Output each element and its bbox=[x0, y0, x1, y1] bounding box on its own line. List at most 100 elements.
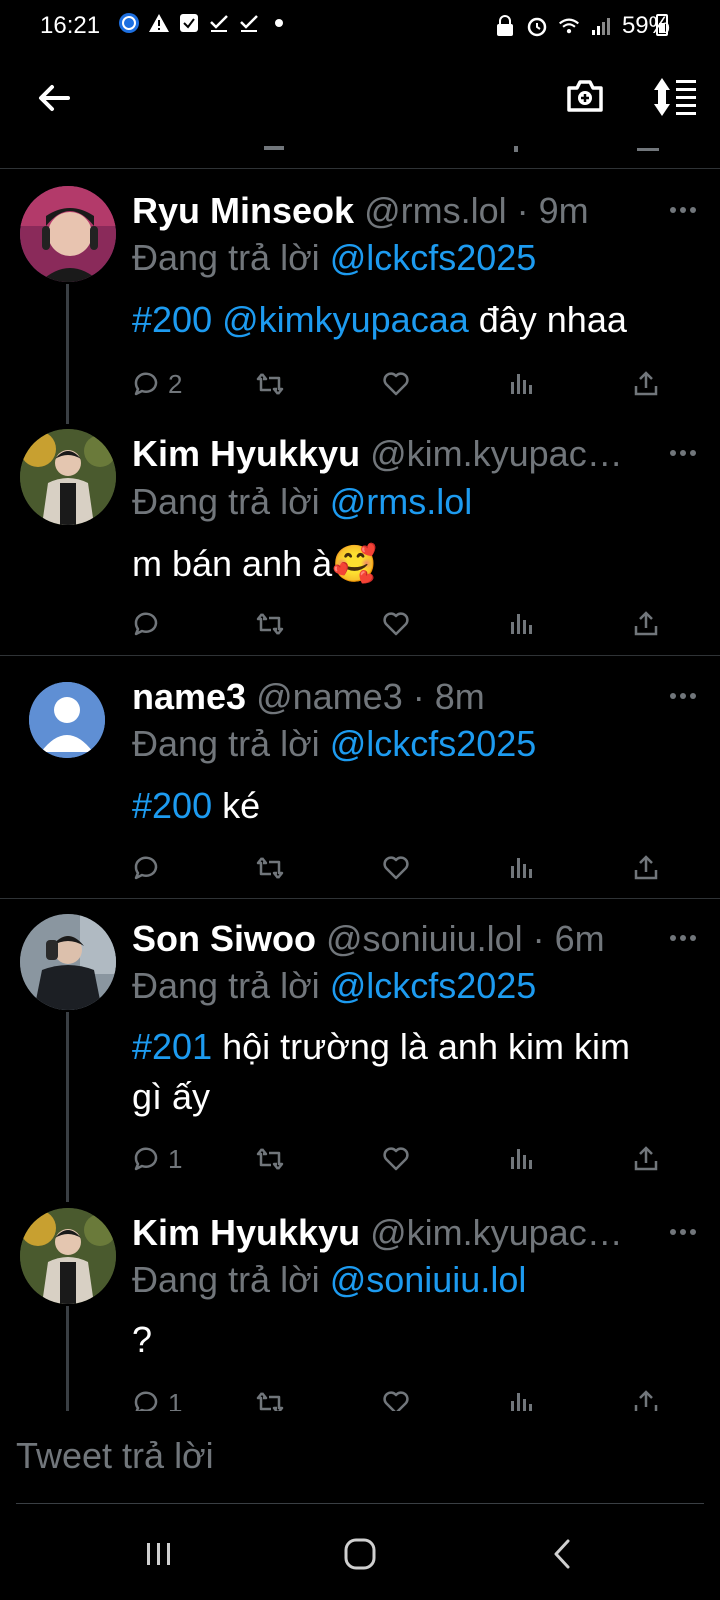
avatar[interactable] bbox=[29, 682, 105, 758]
reply-icon bbox=[134, 856, 158, 880]
views-button[interactable] bbox=[508, 607, 536, 641]
warning-icon bbox=[148, 12, 170, 34]
status-time: 16:21 bbox=[40, 12, 101, 39]
mention-link[interactable]: @kimkyupacaa bbox=[212, 299, 469, 340]
share-button[interactable] bbox=[632, 367, 660, 401]
share-icon bbox=[634, 855, 658, 880]
home-icon[interactable] bbox=[343, 1537, 377, 1571]
replying-to: Đang trả lời @lckcfs2025 bbox=[132, 964, 536, 1008]
reply-button[interactable] bbox=[132, 851, 168, 885]
tweet-header: Ryu Minseok @rms.lol · 9m bbox=[132, 189, 652, 233]
tweet-header: Son Siwoo @soniuiu.lol · 6m bbox=[132, 917, 652, 961]
like-button[interactable] bbox=[382, 1386, 410, 1411]
share-button[interactable] bbox=[632, 607, 660, 641]
replying-to: Đang trả lời @lckcfs2025 bbox=[132, 236, 536, 280]
retweet-icon bbox=[256, 857, 284, 879]
author-name[interactable]: Kim Hyukkyu bbox=[132, 1212, 360, 1253]
reply-mention-link[interactable]: @rms.lol bbox=[330, 481, 473, 522]
status-bar: 16:21 59% bbox=[0, 0, 720, 52]
avatar[interactable] bbox=[20, 1208, 116, 1304]
author-name[interactable]: Son Siwoo bbox=[132, 918, 316, 959]
like-button[interactable] bbox=[382, 607, 410, 641]
avatar[interactable] bbox=[20, 914, 116, 1010]
share-button[interactable] bbox=[632, 1142, 660, 1176]
views-button[interactable] bbox=[508, 851, 536, 885]
hashtag-link[interactable]: #200 bbox=[132, 785, 212, 826]
reply-button[interactable]: 2 bbox=[132, 367, 182, 401]
share-button[interactable] bbox=[632, 1386, 660, 1411]
more-options-icon[interactable] bbox=[668, 200, 698, 220]
views-button[interactable] bbox=[508, 367, 536, 401]
replying-to-label: Đang trả lời bbox=[132, 1259, 330, 1300]
avatar[interactable] bbox=[20, 186, 116, 282]
views-button[interactable] bbox=[508, 1142, 536, 1176]
heart-icon bbox=[383, 1147, 409, 1171]
battery-icon bbox=[656, 14, 668, 36]
replying-to: Đang trả lời @rms.lol bbox=[132, 480, 472, 524]
retweet-button[interactable] bbox=[256, 1142, 284, 1176]
thread-line bbox=[66, 284, 69, 424]
recent-apps-icon[interactable] bbox=[144, 1539, 174, 1569]
views-icon bbox=[511, 858, 532, 878]
author-name[interactable]: Ryu Minseok bbox=[132, 190, 354, 231]
more-options-icon[interactable] bbox=[668, 928, 698, 948]
retweet-icon bbox=[256, 1392, 284, 1411]
more-options-icon[interactable] bbox=[668, 686, 698, 706]
reply-button[interactable] bbox=[132, 607, 168, 641]
tweet-text-content: ké bbox=[212, 785, 261, 826]
back-arrow-icon[interactable] bbox=[34, 78, 74, 118]
replying-to-label: Đang trả lời bbox=[132, 965, 330, 1006]
more-options-icon[interactable] bbox=[668, 443, 698, 463]
camera-add-icon[interactable] bbox=[565, 76, 605, 116]
hashtag-link[interactable]: #200 bbox=[132, 299, 212, 340]
signal-icon bbox=[590, 15, 612, 37]
wifi-icon bbox=[558, 15, 580, 37]
tweet-text: #200 ké bbox=[132, 781, 692, 831]
replying-to: Đang trả lời @lckcfs2025 bbox=[132, 722, 536, 766]
author-handle: @kim.kyupac… bbox=[370, 1212, 623, 1253]
avatar[interactable] bbox=[20, 429, 116, 525]
retweet-button[interactable] bbox=[256, 367, 284, 401]
like-button[interactable] bbox=[382, 851, 410, 885]
divider bbox=[0, 168, 720, 169]
retweet-button[interactable] bbox=[256, 851, 284, 885]
sort-icon[interactable] bbox=[652, 76, 698, 118]
views-icon bbox=[511, 1149, 532, 1169]
tweet-actions bbox=[132, 851, 692, 885]
back-nav-icon[interactable] bbox=[550, 1537, 574, 1571]
retweet-button[interactable] bbox=[256, 607, 284, 641]
share-icon bbox=[634, 371, 658, 396]
reply-mention-link[interactable]: @lckcfs2025 bbox=[330, 237, 537, 278]
views-button[interactable] bbox=[508, 1386, 536, 1411]
system-icons: 59% bbox=[494, 12, 670, 40]
tweet-actions: 1 bbox=[132, 1142, 692, 1176]
heart-icon bbox=[383, 856, 409, 880]
author-name[interactable]: Kim Hyukkyu bbox=[132, 433, 360, 474]
share-button[interactable] bbox=[632, 851, 660, 885]
more-options-icon[interactable] bbox=[668, 1222, 698, 1242]
hashtag-link[interactable]: #201 bbox=[132, 1026, 212, 1067]
alarm-icon bbox=[526, 15, 548, 37]
replying-to-label: Đang trả lời bbox=[132, 237, 330, 278]
divider bbox=[0, 898, 720, 899]
like-button[interactable] bbox=[382, 1142, 410, 1176]
tweet-text: #201 hội trường là anh kim kim gì ấy bbox=[132, 1022, 632, 1122]
share-icon bbox=[634, 1146, 658, 1171]
reply-input[interactable]: Tweet trả lời bbox=[16, 1435, 214, 1477]
tweet-text-content: ? bbox=[132, 1319, 153, 1360]
retweet-button[interactable] bbox=[256, 1386, 284, 1411]
tweet-actions: 2 bbox=[132, 367, 692, 401]
reply-mention-link[interactable]: @lckcfs2025 bbox=[330, 723, 537, 764]
replying-to: Đang trả lời @soniuiu.lol bbox=[132, 1258, 526, 1302]
reply-mention-link[interactable]: @lckcfs2025 bbox=[330, 965, 537, 1006]
check-icon bbox=[208, 12, 230, 34]
tweet-actions bbox=[132, 607, 692, 641]
heart-icon bbox=[383, 372, 409, 396]
reply-button[interactable]: 1 bbox=[132, 1386, 182, 1411]
reply-button[interactable]: 1 bbox=[132, 1142, 182, 1176]
divider bbox=[16, 1503, 704, 1504]
author-name[interactable]: name3 bbox=[132, 676, 246, 717]
reply-icon bbox=[134, 612, 158, 636]
like-button[interactable] bbox=[382, 367, 410, 401]
reply-mention-link[interactable]: @soniuiu.lol bbox=[330, 1259, 527, 1300]
